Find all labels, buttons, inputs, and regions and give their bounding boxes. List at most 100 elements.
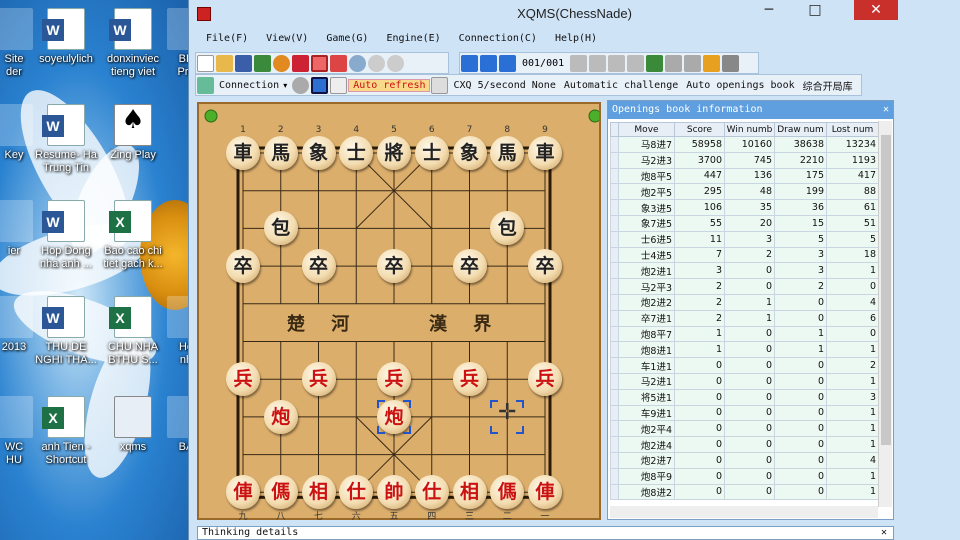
new-icon[interactable] xyxy=(197,54,214,72)
row-header[interactable] xyxy=(610,357,619,374)
table-row[interactable]: 炮8平9 0 0 0 1 xyxy=(610,467,879,485)
refresh-icon[interactable] xyxy=(431,76,449,94)
auto-openings-button[interactable]: Auto openings book xyxy=(682,80,798,91)
prev-move-icon[interactable] xyxy=(499,54,516,72)
horizontal-scrollbar[interactable] xyxy=(610,506,878,518)
black-piece[interactable]: 卒 xyxy=(528,249,562,284)
row-header[interactable] xyxy=(610,136,619,153)
clock-icon[interactable] xyxy=(273,54,290,72)
black-piece[interactable]: 馬 xyxy=(490,136,525,170)
table-row[interactable]: 士4进5 7 2 3 18 xyxy=(610,246,879,264)
last-move-icon[interactable] xyxy=(608,54,626,72)
paste-icon[interactable] xyxy=(684,54,702,72)
prev-fast-icon[interactable] xyxy=(480,54,497,72)
row-header[interactable] xyxy=(610,199,619,216)
black-piece[interactable]: 士 xyxy=(414,136,449,170)
table-row[interactable]: 炮2平4 0 0 0 1 xyxy=(610,420,879,438)
red-piece[interactable]: 相 xyxy=(301,475,336,510)
red-piece[interactable]: 兵 xyxy=(226,362,260,397)
table-row[interactable]: 马2进1 0 0 0 1 xyxy=(610,372,879,390)
desktop-icon[interactable]: THU DE NGHI THA... xyxy=(30,296,102,367)
row-header[interactable] xyxy=(610,467,619,485)
row-header[interactable] xyxy=(610,309,619,327)
flip-icon[interactable] xyxy=(330,54,347,72)
menu-item[interactable]: Help(H) xyxy=(546,30,606,48)
row-header[interactable] xyxy=(610,483,619,501)
menu-item[interactable]: Game(G) xyxy=(317,30,377,48)
red-piece[interactable]: 兵 xyxy=(301,362,336,397)
row-header[interactable] xyxy=(610,404,619,422)
table-row[interactable]: 车1进1 0 0 0 2 xyxy=(610,357,879,374)
next-move-icon[interactable] xyxy=(570,54,588,72)
table-row[interactable]: 炮8平5 447 136 175 417 xyxy=(610,167,879,185)
menu-item[interactable]: File(F) xyxy=(197,30,257,48)
save-icon[interactable] xyxy=(235,54,252,72)
desktop-icon[interactable]: ier xyxy=(0,200,50,258)
menu-item[interactable]: Engine(E) xyxy=(377,30,449,48)
red-piece[interactable]: 兵 xyxy=(377,362,411,397)
book-icon[interactable] xyxy=(722,54,740,72)
row-header[interactable] xyxy=(610,341,619,359)
table-row[interactable]: 马8进7 58958 10160 38638 13234 xyxy=(610,136,879,153)
row-header[interactable] xyxy=(610,278,619,295)
vertical-scrollbar[interactable] xyxy=(878,121,892,507)
antenna-icon[interactable] xyxy=(292,76,310,94)
desktop-icon[interactable]: soyeulylich xyxy=(30,8,102,66)
capture-icon[interactable] xyxy=(311,76,329,94)
black-piece[interactable]: 象 xyxy=(301,136,336,170)
table-row[interactable]: 炮2平5 295 48 199 88 xyxy=(610,183,879,201)
row-header[interactable] xyxy=(610,372,619,390)
table-row[interactable]: 炮2进2 2 1 0 4 xyxy=(610,293,879,311)
red-piece[interactable]: 傌 xyxy=(263,475,298,510)
table-row[interactable]: 士6进5 11 3 5 5 xyxy=(610,230,879,248)
settings-icon[interactable] xyxy=(703,54,721,72)
row-header[interactable] xyxy=(610,183,619,201)
table-row[interactable]: 炮8进2 0 0 0 1 xyxy=(610,483,879,501)
open-folder-icon[interactable] xyxy=(216,54,233,72)
next-fast-icon[interactable] xyxy=(589,54,607,72)
connection-icon[interactable] xyxy=(197,76,214,94)
row-header[interactable] xyxy=(610,230,619,248)
black-piece[interactable]: 卒 xyxy=(226,249,260,284)
menu-item[interactable]: View(V) xyxy=(257,30,317,48)
analysis-icon[interactable] xyxy=(646,54,664,72)
table-row[interactable]: 象7进5 55 20 15 51 xyxy=(610,214,879,232)
row-header[interactable] xyxy=(610,293,619,311)
black-piece[interactable]: 包 xyxy=(263,211,298,246)
column-header[interactable]: Win numb xyxy=(724,122,775,137)
close-icon[interactable]: ✕ xyxy=(883,101,889,119)
row-header[interactable] xyxy=(610,262,619,280)
minimize-button[interactable]: ─ xyxy=(749,0,789,20)
board-setup-icon[interactable] xyxy=(311,54,328,72)
row-header[interactable] xyxy=(610,151,619,169)
table-row[interactable]: 将5进1 0 0 0 3 xyxy=(610,388,879,406)
close-button[interactable]: ✕ xyxy=(854,0,898,20)
row-header[interactable] xyxy=(610,388,619,406)
red-piece[interactable]: 兵 xyxy=(452,362,487,397)
engine-icon[interactable] xyxy=(254,54,271,72)
black-piece[interactable]: 士 xyxy=(339,136,374,170)
board-red-icon[interactable] xyxy=(292,54,309,72)
black-piece[interactable]: 車 xyxy=(528,136,562,170)
xiangqi-board[interactable]: 123456789九八七六五四三二一 楚 河 漢 界 車馬象士將士象馬車包包卒卒… xyxy=(197,102,601,522)
black-piece[interactable]: 卒 xyxy=(301,249,336,284)
table-row[interactable]: 炮2进7 0 0 0 4 xyxy=(610,451,879,469)
first-move-icon[interactable] xyxy=(461,54,478,72)
black-piece[interactable]: 馬 xyxy=(263,136,298,170)
openings-library-button[interactable]: 综合开局库 xyxy=(799,78,857,93)
black-piece[interactable]: 象 xyxy=(452,136,487,170)
table-row[interactable]: 炮2进4 0 0 0 1 xyxy=(610,436,879,453)
table-row[interactable]: 卒7进1 2 1 0 6 xyxy=(610,309,879,327)
row-header[interactable] xyxy=(610,167,619,185)
table-row[interactable]: 炮2进1 3 0 3 1 xyxy=(610,262,879,280)
red-piece[interactable]: 兵 xyxy=(528,362,562,397)
close-icon[interactable]: ✕ xyxy=(881,527,887,539)
menu-item[interactable]: Connection(C) xyxy=(450,30,546,48)
desktop-icon[interactable]: anh Tien - Shortcut xyxy=(30,396,102,467)
black-piece[interactable]: 將 xyxy=(377,136,411,170)
column-header[interactable]: Move xyxy=(618,122,675,137)
table-row[interactable]: 炮8进1 1 0 1 1 xyxy=(610,341,879,359)
auto-refresh-button[interactable]: Auto refresh xyxy=(348,78,431,92)
connection-dropdown[interactable]: Connection xyxy=(215,80,283,91)
table-row[interactable]: 车9进1 0 0 0 1 xyxy=(610,404,879,422)
